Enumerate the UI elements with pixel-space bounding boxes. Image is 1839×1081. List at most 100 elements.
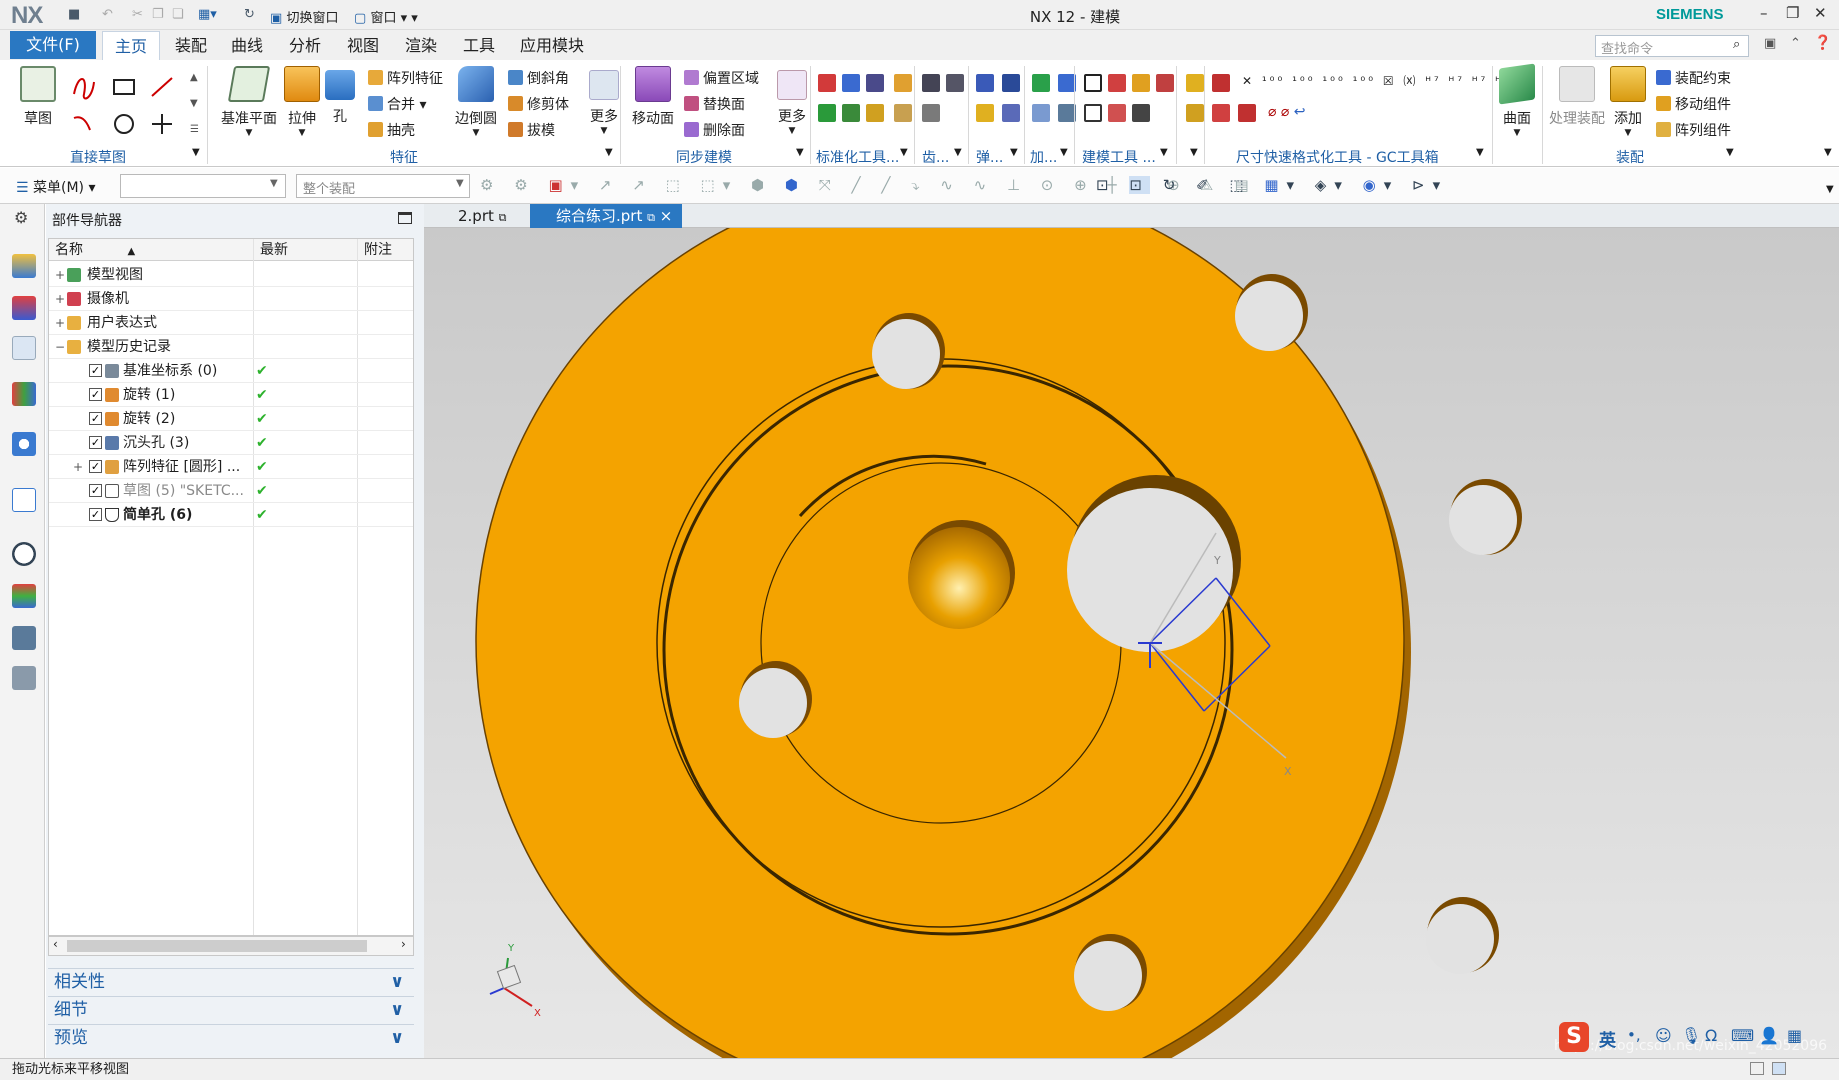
- collapse-ribbon-icon[interactable]: ⌃: [1790, 36, 1801, 51]
- gc-tool-icon[interactable]: [818, 74, 836, 92]
- sogou-icon[interactable]: S: [1559, 1022, 1589, 1052]
- tab-view[interactable]: 视图: [338, 31, 388, 60]
- tree-row-cameras[interactable]: + 摄像机: [49, 287, 413, 311]
- gc-tool-icon[interactable]: [894, 104, 912, 122]
- ime-lang[interactable]: 英: [1599, 1026, 1616, 1051]
- dimension-tool-icon[interactable]: [1212, 74, 1230, 92]
- feature-checkbox[interactable]: ✓: [89, 364, 102, 377]
- group-feature-menu[interactable]: ▼: [605, 147, 613, 158]
- ime-punct[interactable]: •,: [1627, 1026, 1641, 1044]
- chevron-down-icon[interactable]: ▼: [456, 178, 464, 189]
- tab-analysis[interactable]: 分析: [280, 31, 330, 60]
- tree-row-feature[interactable]: ✓ 基准坐标系 (0) ✔: [49, 359, 413, 383]
- spring-tool-icon[interactable]: [1002, 104, 1020, 122]
- modeling-tool-icon[interactable]: [1132, 74, 1150, 92]
- tab-curve[interactable]: 曲线: [222, 31, 272, 60]
- user-icon[interactable]: 👤: [1759, 1026, 1779, 1045]
- status-toggle-icon[interactable]: [1772, 1062, 1786, 1075]
- scroll-left-icon[interactable]: ‹: [53, 937, 58, 951]
- dimension-tool-icon[interactable]: [1238, 104, 1256, 122]
- gc-tool-icon[interactable]: [842, 74, 860, 92]
- horizontal-scrollbar[interactable]: ‹ ›: [48, 936, 414, 956]
- part-navigator-icon[interactable]: [12, 336, 36, 360]
- column-header-latest[interactable]: 最新: [253, 239, 357, 261]
- constraint-navigator-icon[interactable]: [12, 296, 36, 320]
- move-component-button[interactable]: 移动组件: [1656, 94, 1731, 114]
- modeling-tool-icon[interactable]: [1084, 104, 1102, 122]
- toolbar-overflow-icon[interactable]: ▼: [1826, 184, 1834, 195]
- emoji-icon[interactable]: ☺: [1655, 1026, 1672, 1045]
- column-header-note[interactable]: 附注: [357, 239, 413, 261]
- file-menu-tab[interactable]: 文件(F): [10, 31, 96, 59]
- minimize-button[interactable]: –: [1760, 4, 1768, 22]
- command-search-input[interactable]: 查找命令: [1595, 35, 1749, 57]
- feature-checkbox[interactable]: ✓: [89, 484, 102, 497]
- roles-icon[interactable]: [12, 666, 36, 690]
- hd3d-tools-icon[interactable]: [12, 432, 36, 456]
- datum-plane-button[interactable]: 基准平面 ▼: [218, 66, 280, 138]
- hole-button[interactable]: 孔: [324, 66, 356, 126]
- tree-row-feature[interactable]: ✓ 旋转 (2) ✔: [49, 407, 413, 431]
- reuse-library-icon[interactable]: [12, 382, 36, 406]
- pattern-feature-button[interactable]: 阵列特征: [368, 68, 443, 88]
- doc-tab-2prt[interactable]: 2.prt ⧉: [432, 204, 528, 228]
- group-sync-menu[interactable]: ▼: [796, 147, 804, 158]
- more-features-button[interactable]: 更多 ▼: [584, 66, 624, 136]
- tree-row-feature[interactable]: ✓ 简单孔 (6) ✔: [49, 503, 413, 527]
- offset-region-button[interactable]: 偏置区域: [684, 68, 759, 88]
- group-spring-menu[interactable]: ▼: [1010, 147, 1018, 158]
- group-standard-menu[interactable]: ▼: [900, 147, 908, 158]
- tree-row-model-views[interactable]: + 模型视图: [49, 263, 413, 287]
- search-icon[interactable]: ⌕: [1733, 37, 1740, 52]
- gc-tool-icon[interactable]: [894, 74, 912, 92]
- gc-tool-icon[interactable]: [818, 104, 836, 122]
- system-materials-icon[interactable]: [12, 584, 36, 608]
- shell-button[interactable]: 抽壳: [368, 120, 415, 140]
- group-gc-menu[interactable]: ▼: [1190, 147, 1198, 158]
- gear-tool-icon[interactable]: [922, 104, 940, 122]
- replace-face-button[interactable]: 替换面: [684, 94, 745, 114]
- trim-body-button[interactable]: 修剪体: [508, 94, 569, 114]
- gear-icon[interactable]: ⚙: [14, 208, 28, 227]
- direct-sketch-tools[interactable]: [70, 72, 200, 142]
- pattern-component-button[interactable]: 阵列组件: [1656, 120, 1731, 140]
- scroll-right-icon[interactable]: ›: [401, 937, 406, 951]
- edge-blend-button[interactable]: 边倒圆 ▼: [452, 66, 500, 138]
- mic-icon[interactable]: 🎙: [1681, 1026, 1701, 1045]
- spring-tool-icon[interactable]: [1002, 74, 1020, 92]
- feature-checkbox[interactable]: ✓: [89, 508, 102, 521]
- type-filter-dropdown[interactable]: [120, 174, 286, 198]
- web-browser-icon[interactable]: [12, 488, 36, 512]
- chevron-down-icon[interactable]: ▼: [270, 178, 278, 189]
- surface-button[interactable]: 曲面 ▼: [1496, 63, 1538, 138]
- feature-checkbox[interactable]: ✓: [89, 436, 102, 449]
- group-gear-menu[interactable]: ▼: [954, 147, 962, 158]
- group-assembly-menu[interactable]: ▼: [1726, 147, 1734, 158]
- feature-checkbox[interactable]: ✓: [89, 460, 102, 473]
- assembly-navigator-icon[interactable]: [12, 254, 36, 278]
- dimension-tool-icon[interactable]: [1212, 104, 1230, 122]
- tab-assembly[interactable]: 装配: [166, 31, 216, 60]
- gc-tool-icon[interactable]: [866, 74, 884, 92]
- modeling-tool-icon[interactable]: [1132, 104, 1150, 122]
- gc-tool-icon[interactable]: [866, 104, 884, 122]
- selection-scope-dropdown[interactable]: 整个装配: [296, 174, 470, 198]
- keyboard-icon[interactable]: ⌨: [1731, 1026, 1754, 1045]
- move-face-button[interactable]: 移动面: [630, 66, 676, 128]
- modeling-tool-icon[interactable]: [1108, 104, 1126, 122]
- feature-checkbox[interactable]: ✓: [89, 388, 102, 401]
- history-icon[interactable]: [12, 542, 36, 566]
- tree-row-model-history[interactable]: − 模型历史记录: [49, 335, 413, 359]
- preview-panel[interactable]: 预览 ∨: [48, 1024, 414, 1050]
- tree-row-user-expressions[interactable]: + 用户表达式: [49, 311, 413, 335]
- group-modeling-menu[interactable]: ▼: [1160, 147, 1168, 158]
- feature-checkbox[interactable]: ✓: [89, 412, 102, 425]
- modeling-tool-icon[interactable]: [1156, 74, 1174, 92]
- process-assembly-button[interactable]: 处理装配: [1546, 66, 1608, 128]
- tree-row-feature[interactable]: ✓ 沉头孔 (3) ✔: [49, 431, 413, 455]
- more-sync-button[interactable]: 更多 ▼: [772, 66, 812, 136]
- tree-row-feature[interactable]: ✓ 草图 (5) "SKETC... ✔: [49, 479, 413, 503]
- main-menu-button[interactable]: ☰ 菜单(M) ▾: [16, 177, 96, 197]
- ribbon-more-menu[interactable]: ▼: [1824, 147, 1832, 158]
- extrude-button[interactable]: 拉伸 ▼: [282, 66, 322, 138]
